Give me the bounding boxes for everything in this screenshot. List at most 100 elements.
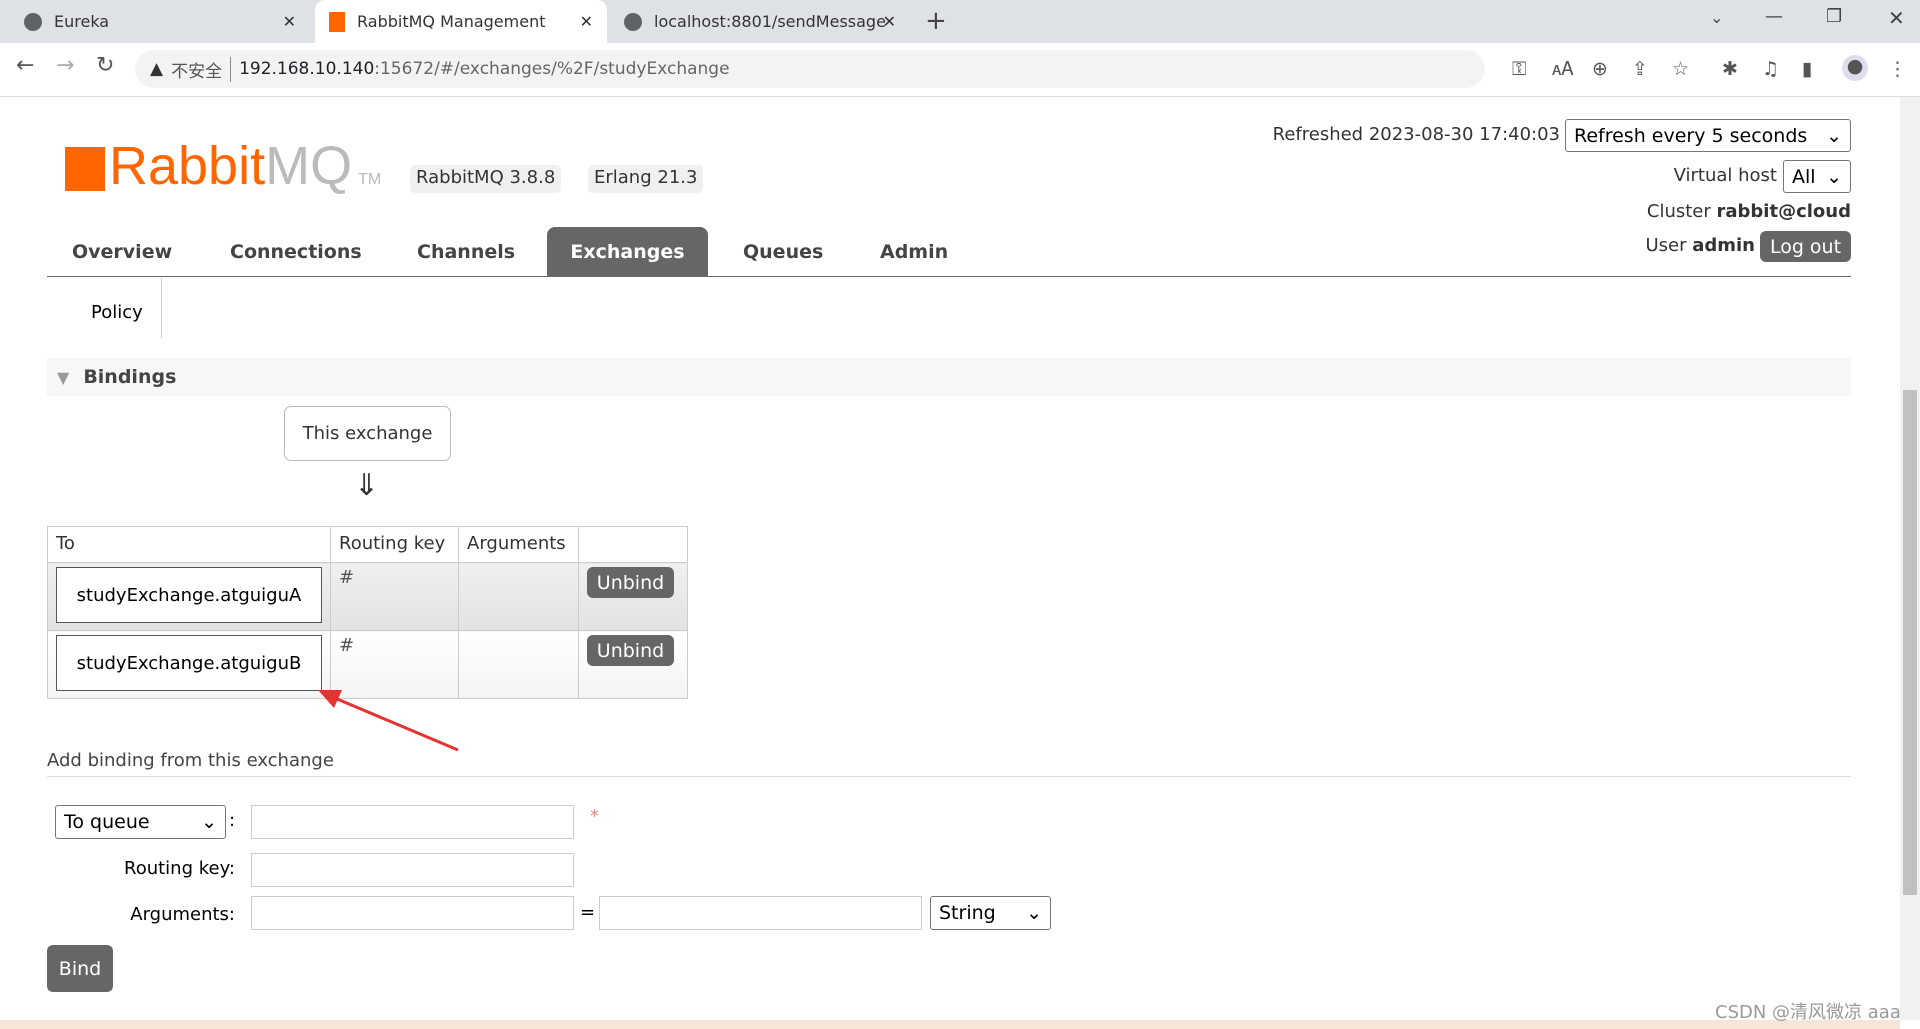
erlang-badge: Erlang 21.3 [588,165,704,193]
back-icon[interactable]: ← [16,53,34,78]
chevron-down-icon: ⌄ [201,811,217,833]
security-label[interactable]: 不安全 [171,56,232,82]
url-input[interactable]: ▲ 不安全 192.168.10.140:15672/#/exchanges/%… [135,50,1485,88]
restore-icon[interactable]: ❐ [1826,6,1842,27]
chevron-down-icon: ⌄ [1826,124,1842,147]
arguments-label: Arguments: [130,904,235,925]
chevron-down-icon: ⌄ [1026,902,1042,924]
version-badge: RabbitMQ 3.8.8 [410,165,562,193]
unbind-button[interactable]: Unbind [587,635,674,666]
url-host: 192.168.10.140 [239,59,375,79]
media-icon[interactable]: ♫ [1762,58,1779,80]
minimize-icon[interactable]: — [1765,6,1783,27]
refreshed-timestamp: Refreshed 2023-08-30 17:40:03 [1272,124,1560,145]
tab-search-icon[interactable]: ⌄ [1710,8,1723,27]
logo-tm: TM [358,171,382,188]
col-to: To [47,526,331,563]
user-name: admin [1692,235,1755,256]
select-value: To queue [64,811,150,833]
queue-link[interactable]: studyExchange.atguiguB [56,635,322,691]
unbind-button[interactable]: Unbind [587,567,674,598]
add-binding-divider [47,776,1851,777]
rabbit-logo-icon [65,147,105,191]
close-window-icon[interactable]: ✕ [1888,6,1905,30]
user-info: User admin [1645,235,1755,256]
close-icon[interactable]: ✕ [283,12,296,31]
reload-icon[interactable]: ↻ [96,53,114,78]
globe-icon [624,12,642,31]
tab-eureka[interactable]: Eureka ✕ [10,0,310,43]
equals-label: = [580,902,596,923]
refresh-interval-select[interactable]: Refresh every 5 seconds ⌄ [1565,119,1851,152]
destination-input[interactable] [251,805,574,839]
bottom-strip [0,1020,1900,1029]
col-actions [578,526,688,563]
share-icon[interactable]: ⇪ [1632,58,1648,80]
logout-button[interactable]: Log out [1760,231,1851,262]
cluster-name: rabbit@cloud [1716,201,1851,222]
col-routing-key: Routing key [330,526,459,563]
virtual-host-select[interactable]: All ⌄ [1783,160,1851,193]
tab-label: localhost:8801/sendMessage [654,12,886,31]
globe-icon [24,12,42,31]
rabbitmq-logo: Rabbit MQ TM [65,135,381,197]
routing-key-input[interactable] [251,853,574,887]
url-path: :15672/#/exchanges/%2F/studyExchange [374,59,730,79]
this-exchange-box: This exchange [284,406,451,461]
logo-rabbit: Rabbit [109,136,266,196]
cluster-label: Cluster [1646,201,1711,222]
policy-label: Policy [91,302,143,323]
bindings-table: To Routing key Arguments studyExchange.a… [47,526,688,699]
bind-button[interactable]: Bind [47,945,113,992]
argument-value-input[interactable] [599,896,922,930]
forward-icon[interactable]: → [56,53,74,78]
nav-divider [47,276,1851,277]
logo-mq: MQ [265,136,353,196]
argument-key-input[interactable] [251,896,574,930]
nav-channels[interactable]: Channels [417,227,515,276]
policy-divider [161,278,162,338]
warning-icon[interactable]: ▲ [150,59,163,79]
extensions-icon[interactable]: ✱ [1722,58,1738,80]
rabbitmq-icon [329,11,345,32]
select-value: Refresh every 5 seconds [1574,124,1808,147]
nav-queues[interactable]: Queues [743,227,823,276]
user-label: User [1645,235,1687,256]
menu-icon[interactable]: ⋮ [1888,58,1907,80]
new-tab-icon[interactable]: + [925,6,947,36]
close-icon[interactable]: ✕ [883,12,896,31]
select-value: String [939,902,996,924]
nav-overview[interactable]: Overview [72,227,172,276]
cluster-info: Cluster rabbit@cloud [1647,201,1851,222]
nav-admin[interactable]: Admin [880,227,948,276]
tab-label: Eureka [54,12,110,31]
queue-link[interactable]: studyExchange.atguiguA [56,567,322,623]
tab-label: RabbitMQ Management [357,12,546,31]
nav-exchanges[interactable]: Exchanges [547,227,708,276]
down-arrow-icon: ⇓ [354,468,380,503]
select-value: All [1792,165,1816,188]
zoom-icon[interactable]: ⊕ [1592,58,1608,80]
bookmark-star-icon[interactable]: ☆ [1672,58,1689,80]
bindings-title: Bindings [83,366,177,388]
scrollbar-thumb[interactable] [1903,390,1917,895]
translate-icon[interactable]: 🗚 [1552,58,1574,80]
arguments-cell [458,562,579,631]
watermark: CSDN @清风微凉 aaa [1715,1002,1901,1023]
profile-icon[interactable]: ● [1842,55,1868,81]
routing-key-label: Routing key: [124,858,235,879]
table-row: studyExchange.atguiguA # Unbind [47,562,688,631]
bindings-section-header[interactable]: ▼ Bindings [47,358,1851,396]
col-arguments: Arguments [458,526,579,563]
side-panel-icon[interactable]: ▮ [1802,58,1812,80]
tab-localhost[interactable]: localhost:8801/sendMessage ✕ [610,0,910,43]
argument-type-select[interactable]: String ⌄ [930,896,1051,930]
add-binding-title: Add binding from this exchange [47,750,334,771]
annotation-arrow [318,690,459,752]
destination-type-select[interactable]: To queue ⌄ [55,805,226,839]
close-icon[interactable]: ✕ [580,12,593,31]
key-icon[interactable]: ⚿ [1512,58,1526,80]
tab-rabbitmq[interactable]: RabbitMQ Management ✕ [315,0,607,43]
nav-connections[interactable]: Connections [230,227,362,276]
routing-key-cell: # [330,562,459,631]
